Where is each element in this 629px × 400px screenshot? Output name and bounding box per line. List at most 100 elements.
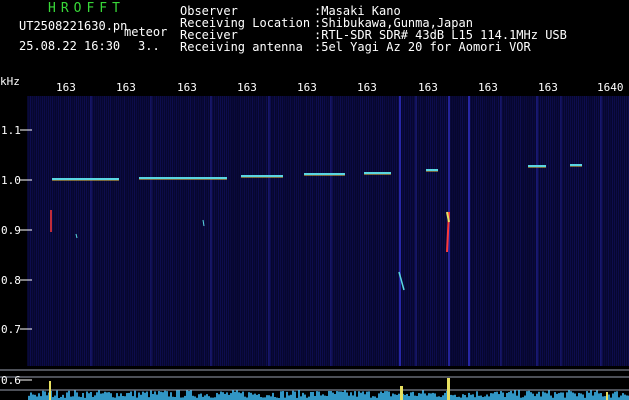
noise-column: [284, 96, 285, 366]
noise-column: [566, 96, 567, 366]
noise-column: [408, 96, 409, 366]
noise-column: [352, 96, 353, 366]
noise-column: [66, 96, 67, 366]
spectrum-bin: [432, 392, 434, 400]
spectrum-bin: [270, 396, 272, 400]
interference-streak: [90, 96, 92, 366]
noise-column: [120, 96, 121, 366]
spectrum-bin: [548, 390, 550, 400]
noise-column: [110, 96, 111, 366]
spectrum-bin: [406, 394, 408, 400]
noise-column: [200, 96, 201, 366]
spectrum-bin: [510, 390, 512, 400]
spectrum-bin: [624, 394, 626, 400]
noise-column: [378, 96, 379, 366]
x-tick-label: 163: [478, 81, 498, 94]
noise-column: [340, 96, 341, 366]
noise-column: [446, 96, 447, 366]
spectrum-bin: [444, 392, 446, 400]
noise-column: [258, 96, 259, 366]
noise-column: [294, 96, 295, 366]
noise-column: [148, 96, 149, 366]
spectrum-bin: [150, 390, 152, 400]
spectrum-bin: [462, 394, 464, 400]
spectrum-bin: [38, 393, 40, 400]
noise-column: [160, 96, 161, 366]
noise-column: [522, 96, 523, 366]
noise-column: [132, 96, 133, 366]
spectrum-bin: [354, 391, 356, 400]
noise-column: [88, 96, 89, 366]
noise-column: [462, 96, 463, 366]
noise-column: [314, 96, 315, 366]
noise-column: [202, 96, 203, 366]
spectrum-bin: [248, 392, 250, 400]
spectrum-bin: [604, 396, 606, 400]
noise-column: [64, 96, 65, 366]
noise-column: [292, 96, 293, 366]
noise-column: [34, 96, 35, 366]
noise-column: [412, 96, 413, 366]
noise-column: [76, 96, 77, 366]
noise-column: [146, 96, 147, 366]
spectrum-bin: [234, 391, 236, 400]
noise-column: [56, 96, 57, 366]
spectrum-bin: [76, 392, 78, 400]
noise-column: [298, 96, 299, 366]
spectrum-bin: [554, 392, 556, 400]
spectrum-bin: [622, 393, 624, 400]
spectrum-bin: [570, 391, 572, 400]
spectrum-bin: [312, 391, 314, 400]
spectrum-bin: [588, 392, 590, 400]
spectrum-bin: [424, 393, 426, 400]
spectrum-bin: [492, 393, 494, 400]
noise-column: [420, 96, 421, 366]
x-tick-label: 163: [418, 81, 438, 94]
x-tick-label: 1640: [597, 81, 624, 94]
noise-column: [422, 96, 423, 366]
spectrum-bin: [36, 396, 38, 400]
spectrum-bin: [304, 394, 306, 400]
spectrum-bin: [566, 392, 568, 400]
noise-column: [396, 96, 397, 366]
spectrum-bin: [428, 393, 430, 400]
noise-column: [328, 96, 329, 366]
hrofft-window: HROFFT UT2508221630.pn meteor 25.08.22 1…: [0, 0, 629, 400]
spectrum-bin: [56, 390, 58, 400]
spectrum-bin: [32, 394, 34, 400]
spectrum-bin: [166, 391, 168, 400]
noise-column: [612, 96, 613, 366]
noise-column: [44, 96, 45, 366]
noise-column: [130, 96, 131, 366]
x-tick-label: 163: [538, 81, 558, 94]
spectrum-bin: [256, 394, 258, 400]
noise-column: [534, 96, 535, 366]
noise-column: [158, 96, 159, 366]
noise-column: [354, 96, 355, 366]
spectrum-bin: [426, 395, 428, 400]
noise-column: [472, 96, 473, 366]
noise-column: [498, 96, 499, 366]
noise-column: [138, 96, 139, 366]
spectrum-bin: [108, 392, 110, 400]
noise-column: [248, 96, 249, 366]
x-tick-label: 163: [297, 81, 317, 94]
noise-column: [570, 96, 571, 366]
noise-column: [622, 96, 623, 366]
noise-column: [458, 96, 459, 366]
spectrum-bin: [614, 391, 616, 400]
noise-column: [564, 96, 565, 366]
noise-column: [502, 96, 503, 366]
spectrum-bin: [524, 395, 526, 400]
spectrum-bin: [404, 394, 406, 400]
noise-column: [490, 96, 491, 366]
noise-column: [208, 96, 209, 366]
spectrum-bin: [348, 395, 350, 400]
spectrum-bin: [34, 394, 36, 400]
spectrum-bin: [28, 395, 30, 400]
noise-column: [384, 96, 385, 366]
noise-column: [470, 96, 471, 366]
noise-column: [176, 96, 177, 366]
spectrum-bin: [576, 396, 578, 400]
noise-column: [376, 96, 377, 366]
